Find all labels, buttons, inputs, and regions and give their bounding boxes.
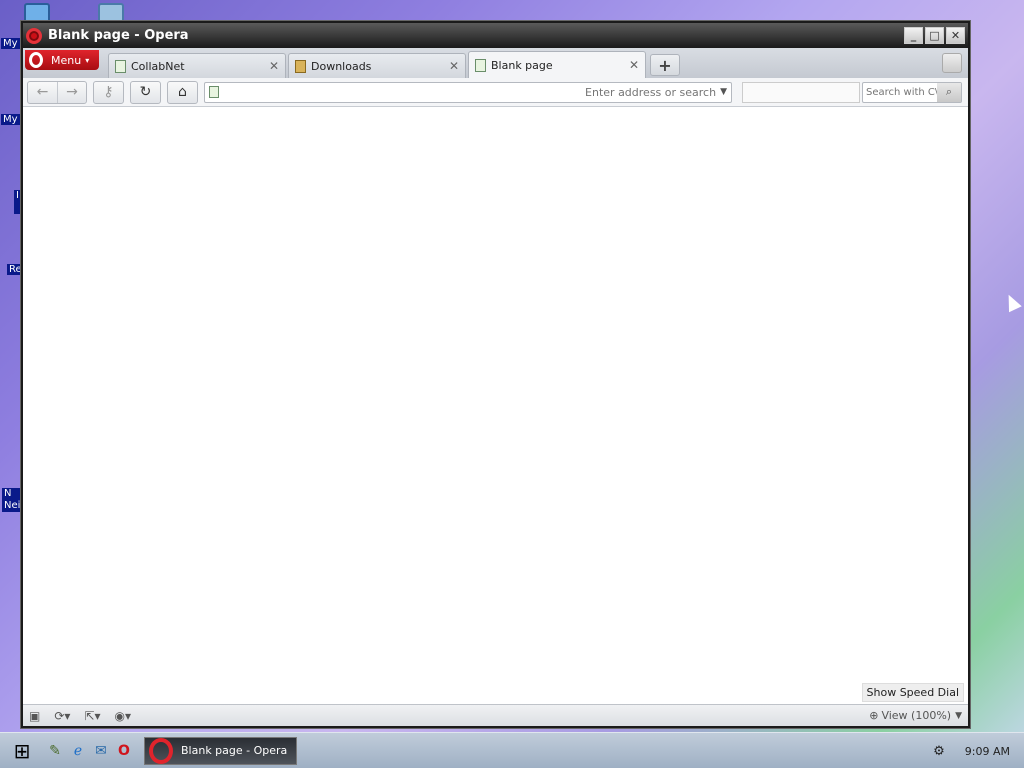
opera-o-icon (29, 52, 43, 68)
taskbar-item-label: Blank page - Opera (181, 744, 288, 757)
share-icon[interactable]: ⇱▾ (84, 709, 100, 723)
notepad-icon[interactable]: ✎ (44, 740, 66, 762)
maximize-button[interactable]: □ (925, 27, 944, 44)
back-forward-group: ← → (27, 80, 87, 104)
opera-logo-icon (149, 737, 173, 764)
back-button[interactable]: ← (28, 82, 57, 103)
tab-label: Blank page (491, 58, 553, 72)
chevron-down-icon[interactable]: ▼ (955, 711, 962, 721)
window-title: Blank page - Opera (48, 28, 189, 43)
tab-blank-page[interactable]: Blank page ✕ (468, 51, 646, 78)
panel-toggle-icon[interactable]: ▣ (29, 709, 40, 723)
key-icon[interactable]: ⚷ (94, 82, 123, 103)
close-icon[interactable]: ✕ (269, 59, 279, 73)
home-group: ⌂ (167, 80, 198, 104)
page-icon (209, 86, 219, 98)
clock[interactable]: 9:09 AM (965, 745, 1010, 758)
address-bar[interactable]: ▼ (204, 81, 732, 103)
opera-menu-button[interactable]: Menu ▾ (25, 50, 99, 70)
zoom-icon: ⊕ (869, 709, 879, 722)
status-bar: ▣ ⟳▾ ⇱▾ ◉▾ ⊕ View (100%) ▼ (23, 704, 968, 726)
dropdown-arrow-icon[interactable]: ▼ (720, 87, 727, 97)
internet-explorer-icon[interactable]: ℯ (67, 740, 89, 762)
my-computer-icon[interactable] (24, 3, 50, 23)
opera-logo-icon (26, 27, 42, 44)
page-content: Show Speed Dial (23, 109, 968, 704)
show-speed-dial-button[interactable]: Show Speed Dial (861, 683, 964, 702)
mouse-cursor-icon (1002, 291, 1022, 313)
desktop-icon-label[interactable]: N Neig (2, 488, 27, 512)
search-input[interactable] (863, 86, 937, 98)
reload-group: ↻ (130, 80, 161, 104)
search-box[interactable]: ⌕ (862, 81, 962, 103)
taskbar-item-opera[interactable]: Blank page - Opera (144, 736, 297, 765)
address-input[interactable] (225, 85, 717, 99)
search-icon[interactable]: ⌕ (937, 82, 961, 102)
toolbar-spacer (742, 81, 860, 103)
sync-icon[interactable]: ⟳▾ (54, 709, 70, 723)
home-button[interactable]: ⌂ (168, 82, 197, 103)
tab-downloads[interactable]: Downloads ✕ (288, 53, 466, 78)
minimize-button[interactable]: _ (904, 27, 923, 44)
forward-button[interactable]: → (57, 81, 86, 103)
key-group: ⚷ (93, 80, 124, 104)
start-button[interactable]: ⊞ (0, 735, 44, 767)
close-icon[interactable]: ✕ (629, 58, 639, 72)
chevron-down-icon: ▾ (85, 55, 90, 65)
network-status-icon[interactable]: ⚙ (933, 744, 945, 759)
close-button[interactable]: ✕ (946, 27, 965, 44)
reload-button[interactable]: ↻ (131, 82, 160, 103)
system-tray: ⚙ 9:09 AM (920, 733, 1024, 768)
page-icon (475, 58, 486, 72)
network-icon[interactable] (98, 3, 124, 23)
download-icon (295, 59, 306, 73)
close-icon[interactable]: ✕ (449, 59, 459, 73)
page-icon (115, 59, 126, 73)
desktop-icon-label[interactable]: My (1, 38, 20, 49)
zoom-level[interactable]: View (100%) (881, 709, 951, 722)
trash-icon[interactable] (942, 53, 962, 73)
new-tab-button[interactable]: + (650, 54, 680, 76)
taskbar: ⊞ ✎ ℯ ✉ O Blank page - Opera ⚙ 9:09 AM (0, 732, 1024, 768)
browser-window: Blank page - Opera _ □ ✕ Menu ▾ CollabNe… (21, 21, 970, 728)
navigation-toolbar: ← → ⚷ ↻ ⌂ ▼ ⌕ (23, 78, 968, 107)
tab-bar: Menu ▾ CollabNet ✕ Downloads ✕ Blank pag… (23, 48, 968, 78)
title-bar[interactable]: Blank page - Opera _ □ ✕ (23, 23, 968, 48)
turbo-icon[interactable]: ◉▾ (115, 709, 132, 723)
tab-label: CollabNet (131, 59, 185, 73)
menu-label: Menu (51, 53, 82, 67)
opera-icon[interactable]: O (113, 740, 135, 762)
tab-collabnet[interactable]: CollabNet ✕ (108, 53, 286, 78)
outlook-icon[interactable]: ✉ (90, 740, 112, 762)
tab-label: Downloads (311, 59, 372, 73)
